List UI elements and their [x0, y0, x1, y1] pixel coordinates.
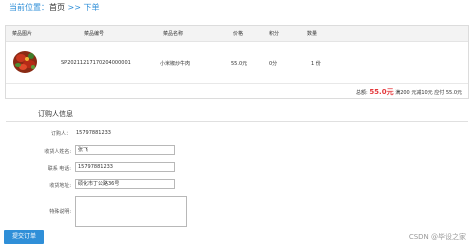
watermark: CSDN @毕设之家	[408, 233, 466, 241]
order-summary: 总额: 55.0元 满200 元减10元 应付 55.0元	[6, 83, 468, 99]
section-divider	[6, 121, 468, 122]
item-price: 55.0元	[231, 61, 248, 67]
item-id: SP20211217170204000001	[61, 60, 131, 66]
item-quantity: 1 份	[311, 61, 321, 67]
orderer-value: 15797881233	[76, 130, 111, 136]
table-header: 菜品图片 菜品编号 菜品名称 价格 积分 数量	[6, 26, 468, 42]
recipient-name-input[interactable]: 张飞	[75, 145, 175, 155]
food-thumbnail-image	[12, 47, 39, 75]
column-header-name: 菜品名称	[163, 31, 184, 37]
address-input[interactable]: 硕化市丁公路36号	[75, 179, 175, 189]
note-label: 特殊说明:	[49, 209, 71, 215]
column-header-price: 价格	[233, 31, 244, 37]
table-row: SP20211217170204000001 小米椒炒牛肉 55.0元 0分 1…	[6, 43, 468, 83]
column-header-points: 积分	[269, 31, 280, 37]
special-note-textarea[interactable]	[75, 196, 187, 227]
breadcrumb-separator: >>	[67, 3, 81, 12]
breadcrumb: 当前位置：首页 >> 下单	[9, 2, 100, 13]
breadcrumb-home-link[interactable]: 首页	[49, 3, 65, 12]
phone-input[interactable]: 15797881233	[75, 162, 175, 172]
item-points: 0分	[269, 61, 278, 67]
phone-label: 联系 电话:	[47, 166, 71, 172]
column-header-quantity: 数量	[307, 31, 318, 37]
orderer-section-title: 订购人信息	[38, 110, 73, 118]
submit-order-button[interactable]: 提交订单	[4, 230, 44, 244]
column-header-image: 菜品图片	[12, 31, 33, 37]
total-amount: 55.0元	[369, 88, 394, 96]
recipient-label: 收货人姓名:	[44, 149, 71, 155]
item-name: 小米椒炒牛肉	[160, 61, 191, 67]
column-header-id: 菜品编号	[84, 31, 105, 37]
orderer-label: 订购人：	[50, 131, 71, 137]
breadcrumb-current: 下单	[83, 3, 100, 12]
order-items-table: 菜品图片 菜品编号 菜品名称 价格 积分 数量 SP20211217170204…	[5, 25, 469, 99]
summary-line: 总额: 55.0元 满200 元减10元 应付 55.0元	[356, 87, 462, 97]
breadcrumb-prefix: 当前位置：	[9, 3, 49, 12]
discount-text: 满200 元减10元 应付 55.0元	[395, 90, 462, 96]
address-label: 收货地址:	[49, 183, 71, 189]
total-label: 总额:	[356, 90, 368, 96]
